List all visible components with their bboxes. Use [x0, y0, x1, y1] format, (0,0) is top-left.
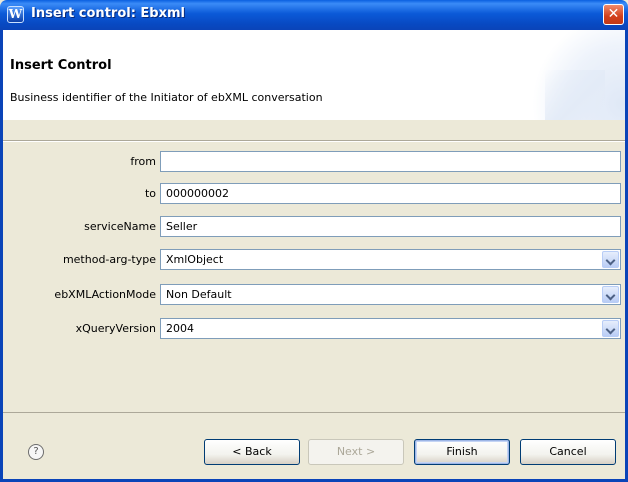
title-bar[interactable]: W Insert control: Ebxml ✕ — [0, 0, 628, 30]
ebxml-action-mode-select[interactable]: Non Default — [160, 284, 621, 305]
back-button[interactable]: < Back — [204, 439, 300, 465]
ebxml-action-mode-value: Non Default — [166, 288, 232, 301]
header-separator-highlight — [3, 141, 625, 142]
footer-separator — [3, 412, 625, 413]
xquery-version-value: 2004 — [166, 322, 194, 335]
app-icon: W — [7, 6, 24, 23]
help-icon[interactable]: ? — [28, 444, 44, 460]
xquery-version-select[interactable]: 2004 — [160, 318, 621, 339]
close-button[interactable]: ✕ — [603, 4, 624, 25]
from-field[interactable] — [160, 151, 621, 172]
method-arg-type-select[interactable]: XmlObject — [160, 249, 621, 270]
xquery-version-label: xQueryVersion — [75, 322, 156, 335]
chevron-down-icon[interactable] — [602, 251, 619, 268]
window-title: Insert control: Ebxml — [31, 6, 186, 21]
finish-button[interactable]: Finish — [414, 439, 510, 465]
to-field[interactable]: 000000002 — [160, 183, 621, 204]
chevron-down-icon[interactable] — [602, 320, 619, 337]
header-title: Insert Control — [10, 58, 112, 73]
method-arg-type-label: method-arg-type — [62, 253, 156, 266]
header-description: Business identifier of the Initiator of … — [10, 91, 323, 104]
from-label: from — [130, 155, 156, 168]
ebxml-action-mode-label: ebXMLActionMode — [54, 288, 156, 301]
next-button[interactable]: Next > — [308, 439, 404, 465]
cancel-button[interactable]: Cancel — [520, 439, 616, 465]
chevron-down-icon[interactable] — [602, 286, 619, 303]
service-name-field[interactable]: Seller — [160, 216, 621, 237]
service-name-label: serviceName — [84, 220, 156, 233]
method-arg-type-value: XmlObject — [166, 253, 224, 266]
header-decoration-accent — [545, 70, 605, 120]
dialog-header: Insert Control Business identifier of th… — [0, 30, 628, 120]
to-label: to — [144, 187, 156, 200]
